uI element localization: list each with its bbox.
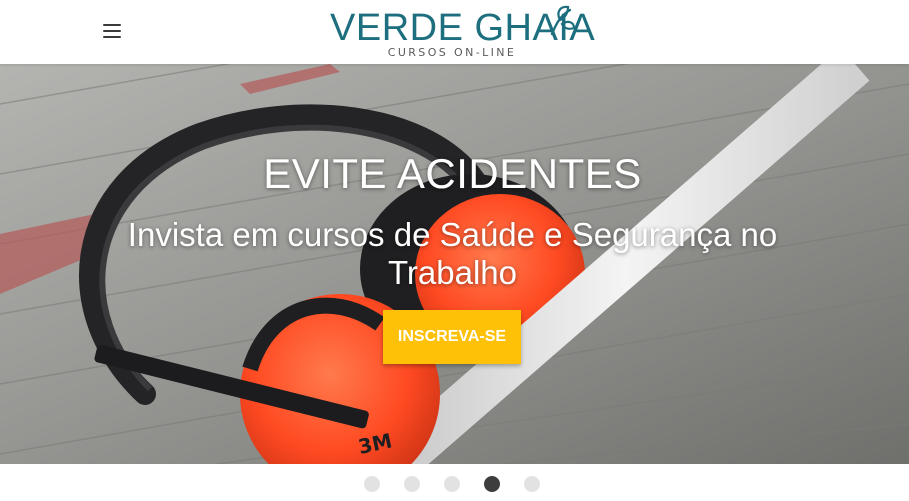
carousel-dot-5[interactable] <box>524 476 540 492</box>
hero-slide: 3M EVITE ACIDENTES Invista em cursos de … <box>0 64 909 464</box>
enroll-button[interactable]: INSCREVA-SE <box>383 310 521 364</box>
carousel-dot-2[interactable] <box>404 476 420 492</box>
hamburger-menu-icon[interactable] <box>101 21 123 41</box>
hero-subtitle: Invista em cursos de Saúde e Segurança n… <box>127 216 778 291</box>
carousel-indicators <box>0 476 909 494</box>
logo-subtitle: CURSOS ON-LINE <box>387 46 517 59</box>
logo[interactable]: VERDE GHAIA CURSOS ON-LINE <box>330 4 596 62</box>
carousel-dot-4[interactable] <box>484 476 500 492</box>
carousel-dot-1[interactable] <box>364 476 380 492</box>
hero-title: EVITE ACIDENTES <box>263 150 642 197</box>
site-header: VERDE GHAIA CURSOS ON-LINE <box>0 0 909 64</box>
logo-title: VERDE GHAIA <box>330 7 596 49</box>
leaf-icon <box>550 5 576 36</box>
carousel-dot-3[interactable] <box>444 476 460 492</box>
